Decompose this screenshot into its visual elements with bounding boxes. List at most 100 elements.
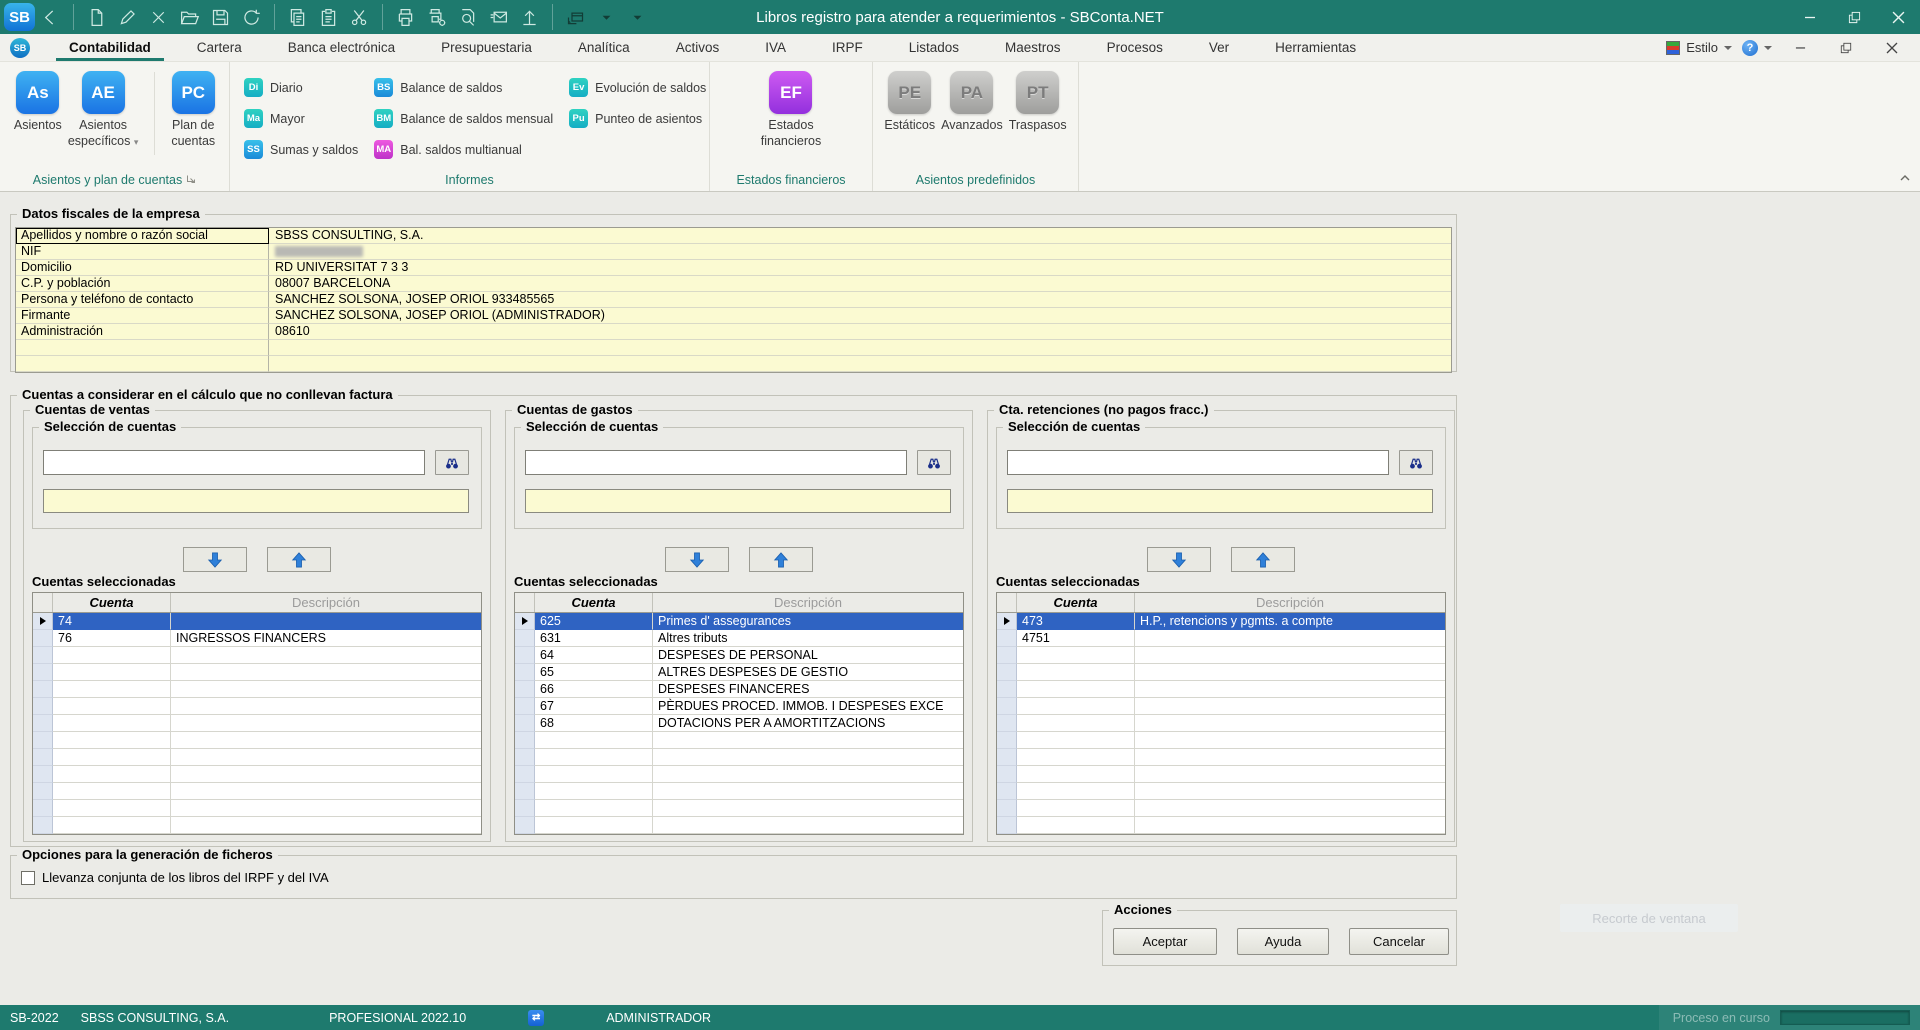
cuenta-cell[interactable]: [1017, 783, 1135, 800]
help-menu[interactable]: ?: [1742, 40, 1772, 56]
row-selector-cell[interactable]: [33, 749, 53, 766]
row-selector-cell[interactable]: [515, 766, 535, 783]
joint-bookkeeping-checkbox[interactable]: [21, 871, 35, 885]
back-arrow-icon[interactable]: [35, 2, 66, 32]
row-selector-cell[interactable]: [515, 664, 535, 681]
cuenta-cell[interactable]: [535, 766, 653, 783]
descripcion-cell[interactable]: [653, 766, 963, 783]
grid-row[interactable]: [997, 664, 1445, 681]
row-selector-cell[interactable]: [997, 732, 1017, 749]
account-search-input-gastos[interactable]: [525, 450, 907, 475]
ribbon-button-asientos[interactable]: AsAsientos: [14, 62, 62, 169]
account-search-input-ventas[interactable]: [43, 450, 425, 475]
child-minimize-icon[interactable]: [1782, 35, 1818, 61]
descripcion-cell[interactable]: [1135, 715, 1445, 732]
descripcion-cell[interactable]: [1135, 630, 1445, 647]
fiscal-row-value[interactable]: 08007 BARCELONA: [269, 276, 1451, 292]
joint-bookkeeping-label[interactable]: Llevanza conjunta de los libros del IRPF…: [42, 870, 329, 885]
cuenta-cell[interactable]: [53, 647, 171, 664]
fiscal-row-label[interactable]: NIF: [16, 244, 269, 260]
row-selector-cell[interactable]: [33, 715, 53, 732]
cuenta-cell[interactable]: [535, 783, 653, 800]
edit-pencil-icon[interactable]: [112, 2, 143, 32]
grid-row[interactable]: 66DESPESES FINANCERES: [515, 681, 963, 698]
cuenta-cell[interactable]: [53, 749, 171, 766]
ribbon-item-sumas-y-saldos[interactable]: SSSumas y saldos: [244, 134, 358, 165]
cuenta-cell[interactable]: [535, 732, 653, 749]
grid-header-cuenta[interactable]: Cuenta: [1017, 593, 1135, 612]
ribbon-button-asientos-espec-ficos[interactable]: AEAsientosespecíficos ▾: [68, 62, 139, 169]
cuenta-cell[interactable]: [53, 698, 171, 715]
descripcion-cell[interactable]: [653, 732, 963, 749]
row-selector-cell[interactable]: [997, 647, 1017, 664]
row-selector-cell[interactable]: [33, 681, 53, 698]
tab-irpf[interactable]: IRPF: [809, 34, 886, 61]
row-selector-cell[interactable]: [997, 766, 1017, 783]
child-restore-icon[interactable]: [1828, 35, 1864, 61]
account-lookup-button-retenciones[interactable]: [1399, 450, 1433, 475]
fiscal-row-value[interactable]: [269, 340, 1451, 356]
fiscal-row-label[interactable]: [16, 340, 269, 356]
grid-row[interactable]: [515, 783, 963, 800]
row-selector-cell[interactable]: [997, 613, 1017, 630]
row-selector-cell[interactable]: [515, 681, 535, 698]
grid-row[interactable]: [33, 766, 481, 783]
move-up-button-ventas[interactable]: [267, 547, 331, 572]
descripcion-cell[interactable]: [171, 732, 481, 749]
style-selector[interactable]: Estilo: [1666, 40, 1732, 55]
move-up-button-gastos[interactable]: [749, 547, 813, 572]
descripcion-cell[interactable]: Primes d' assegurances: [653, 613, 963, 630]
row-selector-cell[interactable]: [33, 698, 53, 715]
fiscal-row-value[interactable]: 08610: [269, 324, 1451, 340]
row-selector-cell[interactable]: [997, 664, 1017, 681]
tab-presupuestaria[interactable]: Presupuestaria: [418, 34, 555, 61]
row-selector-cell[interactable]: [997, 800, 1017, 817]
grid-row[interactable]: [515, 766, 963, 783]
cuenta-cell[interactable]: [1017, 715, 1135, 732]
descripcion-cell[interactable]: [1135, 681, 1445, 698]
descripcion-cell[interactable]: PÈRDUES PROCED. IMMOB. I DESPESES EXCE: [653, 698, 963, 715]
row-selector-cell[interactable]: [515, 783, 535, 800]
child-close-icon[interactable]: [1874, 35, 1910, 61]
cuenta-cell[interactable]: [535, 749, 653, 766]
cuenta-cell[interactable]: 65: [535, 664, 653, 681]
descripcion-cell[interactable]: [171, 698, 481, 715]
fiscal-row-value[interactable]: [269, 356, 1451, 372]
row-selector-cell[interactable]: [515, 630, 535, 647]
descripcion-cell[interactable]: INGRESSOS FINANCERS: [171, 630, 481, 647]
cuenta-cell[interactable]: [1017, 647, 1135, 664]
grid-row[interactable]: 64DESPESES DE PERSONAL: [515, 647, 963, 664]
grid-row[interactable]: 67PÈRDUES PROCED. IMMOB. I DESPESES EXCE: [515, 698, 963, 715]
descripcion-cell[interactable]: DESPESES FINANCERES: [653, 681, 963, 698]
grid-row[interactable]: [997, 800, 1445, 817]
app-badge-icon[interactable]: SB: [10, 38, 30, 58]
row-selector-cell[interactable]: [515, 698, 535, 715]
ribbon-button-traspasos[interactable]: PTTraspasos: [1009, 62, 1067, 169]
ribbon-button-estados-financieros[interactable]: EFEstadosfinancieros: [761, 62, 821, 169]
cuenta-cell[interactable]: [535, 817, 653, 834]
grid-header-cuenta[interactable]: Cuenta: [535, 593, 653, 612]
cuenta-cell[interactable]: [1017, 732, 1135, 749]
accept-button[interactable]: Aceptar: [1113, 928, 1217, 955]
collapse-ribbon-icon[interactable]: [1898, 170, 1912, 188]
cuenta-cell[interactable]: 68: [535, 715, 653, 732]
print-preview-icon[interactable]: [452, 2, 483, 32]
ribbon-item-evoluci-n-de-saldos[interactable]: EvEvolución de saldos: [569, 72, 706, 103]
grid-header-descripcion[interactable]: Descripción: [653, 593, 963, 612]
tab-anal-tica[interactable]: Analítica: [555, 34, 653, 61]
descripcion-cell[interactable]: [171, 664, 481, 681]
grid-row[interactable]: [997, 647, 1445, 664]
cuenta-cell[interactable]: [53, 681, 171, 698]
grid-header-descripcion[interactable]: Descripción: [171, 593, 481, 612]
descripcion-cell[interactable]: [1135, 800, 1445, 817]
minimize-icon[interactable]: [1788, 0, 1832, 34]
grid-row[interactable]: [33, 817, 481, 834]
fiscal-row-value[interactable]: [269, 244, 1451, 260]
grid-row[interactable]: [997, 766, 1445, 783]
row-selector-cell[interactable]: [515, 817, 535, 834]
tab-contabilidad[interactable]: Contabilidad: [46, 34, 174, 61]
dialog-launcher-icon[interactable]: [186, 173, 196, 187]
account-lookup-button-ventas[interactable]: [435, 450, 469, 475]
copy-icon[interactable]: [282, 2, 313, 32]
move-up-button-retenciones[interactable]: [1231, 547, 1295, 572]
